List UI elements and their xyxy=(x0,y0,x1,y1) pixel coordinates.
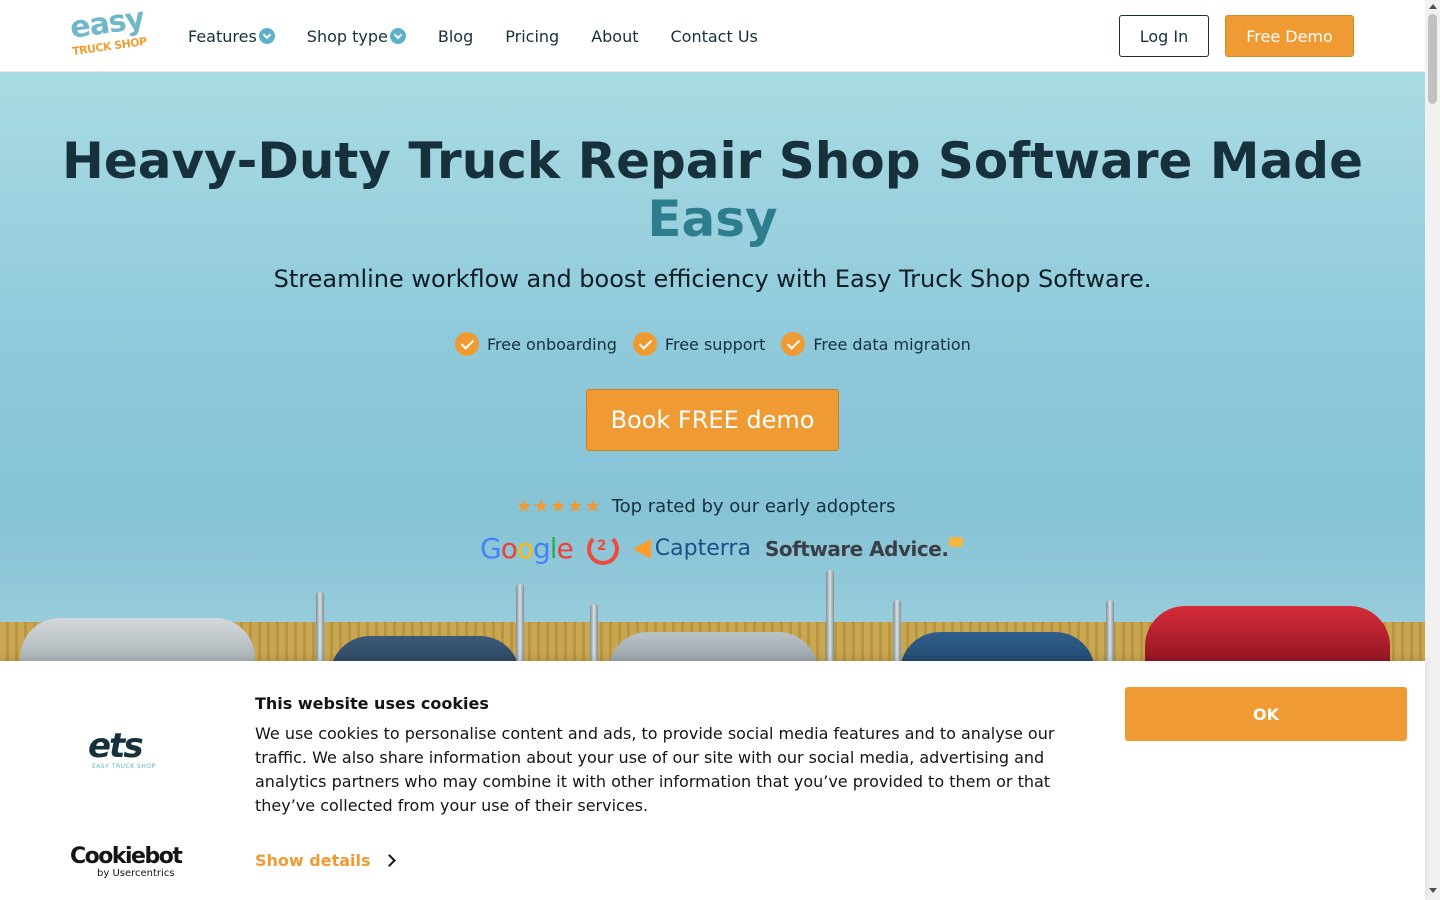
truck-red xyxy=(1145,606,1390,662)
cookie-ok-button[interactable]: OK xyxy=(1125,687,1407,741)
hero-title-accent: Easy xyxy=(647,190,778,248)
trucks-background-image xyxy=(0,570,1425,662)
nav-item-pricing[interactable]: Pricing xyxy=(505,27,559,46)
chevron-down-icon xyxy=(389,28,406,44)
hero-title: Heavy-Duty Truck Repair Shop Software Ma… xyxy=(0,132,1425,248)
perk-item: Free support xyxy=(632,332,766,356)
show-details-link[interactable]: Show details xyxy=(255,851,396,870)
check-icon xyxy=(455,332,479,356)
rating-row: ★★★★★ Top rated by our early adopters xyxy=(516,496,896,517)
exhaust-stack xyxy=(1106,600,1114,662)
book-demo-button[interactable]: Book FREE demo xyxy=(586,389,839,451)
nav-item-contact-us[interactable]: Contact Us xyxy=(671,27,758,46)
hero-section: Heavy-Duty Truck Repair Shop Software Ma… xyxy=(0,72,1425,662)
nav-item-features[interactable]: Features xyxy=(188,27,275,46)
free-demo-button[interactable]: Free Demo xyxy=(1225,15,1354,57)
nav-item-blog[interactable]: Blog xyxy=(438,27,473,46)
login-button[interactable]: Log In xyxy=(1119,15,1209,57)
nav-item-shop-type[interactable]: Shop type xyxy=(307,27,406,46)
top-navbar: easy TRUCK SHOP Features Shop type Blog … xyxy=(0,0,1425,72)
nav-item-label: Pricing xyxy=(505,26,560,46)
speech-bubble-icon xyxy=(949,536,964,547)
truck-navy xyxy=(330,636,520,662)
capterra-arrow-icon xyxy=(632,538,651,559)
main-menu: Features Shop type Blog Pricing About Co… xyxy=(188,0,790,72)
capterra-logo[interactable]: Capterra xyxy=(632,536,751,561)
truck-silver xyxy=(20,618,255,662)
nav-item-label: About xyxy=(591,26,639,46)
nav-item-about[interactable]: About xyxy=(591,27,638,46)
scroll-up-arrow-icon[interactable] xyxy=(1429,4,1437,9)
perk-item: Free data migration xyxy=(781,332,971,356)
cookie-consent-banner: ets EASY TRUCK SHOP Cookiebot by Usercen… xyxy=(0,661,1425,900)
exhaust-stack xyxy=(316,592,324,662)
perk-label: Free support xyxy=(664,334,766,354)
software-advice-logo[interactable]: Software Advice. xyxy=(765,536,964,561)
nav-item-label: Shop type xyxy=(306,26,388,46)
review-badges: Google 2 Capterra Software Advice. xyxy=(480,532,964,565)
truck-blue xyxy=(900,632,1095,662)
star-rating-icon: ★★★★★ xyxy=(516,496,602,517)
page-scrollbar[interactable] xyxy=(1425,0,1440,900)
hero-subtitle: Streamline workflow and boost efficiency… xyxy=(273,265,1152,293)
nav-item-label: Contact Us xyxy=(670,26,758,46)
cookie-title: This website uses cookies xyxy=(255,694,489,713)
nav-item-label: Blog xyxy=(437,26,474,46)
perk-item: Free onboarding xyxy=(455,332,617,356)
rating-text: Top rated by our early adopters xyxy=(611,496,896,517)
easy-truck-shop-logo[interactable]: easy TRUCK SHOP xyxy=(68,1,152,64)
ets-logo: ets EASY TRUCK SHOP xyxy=(88,726,156,770)
nav-item-label: Features xyxy=(188,26,257,46)
scroll-down-arrow-icon[interactable] xyxy=(1429,888,1437,893)
perks-list: Free onboarding Free support Free data m… xyxy=(455,332,987,356)
chevron-down-icon xyxy=(258,28,275,44)
cookie-body-text: We use cookies to personalise content an… xyxy=(255,724,1055,815)
cookiebot-logo[interactable]: Cookiebot by Usercentrics xyxy=(70,846,183,880)
g2-logo[interactable]: 2 xyxy=(586,532,619,565)
exhaust-stack xyxy=(516,584,524,662)
check-icon xyxy=(632,332,657,356)
perk-label: Free onboarding xyxy=(487,334,617,354)
perk-label: Free data migration xyxy=(813,334,971,354)
google-logo[interactable]: Google xyxy=(480,532,574,565)
check-icon xyxy=(781,332,806,356)
scrollbar-thumb[interactable] xyxy=(1428,14,1437,104)
chevron-right-icon xyxy=(382,854,396,867)
exhaust-stack xyxy=(893,600,901,662)
hero-title-main: Heavy-Duty Truck Repair Shop Software Ma… xyxy=(61,132,1364,190)
truck-grey xyxy=(608,632,818,662)
exhaust-stack xyxy=(826,570,834,662)
exhaust-stack xyxy=(590,604,598,662)
